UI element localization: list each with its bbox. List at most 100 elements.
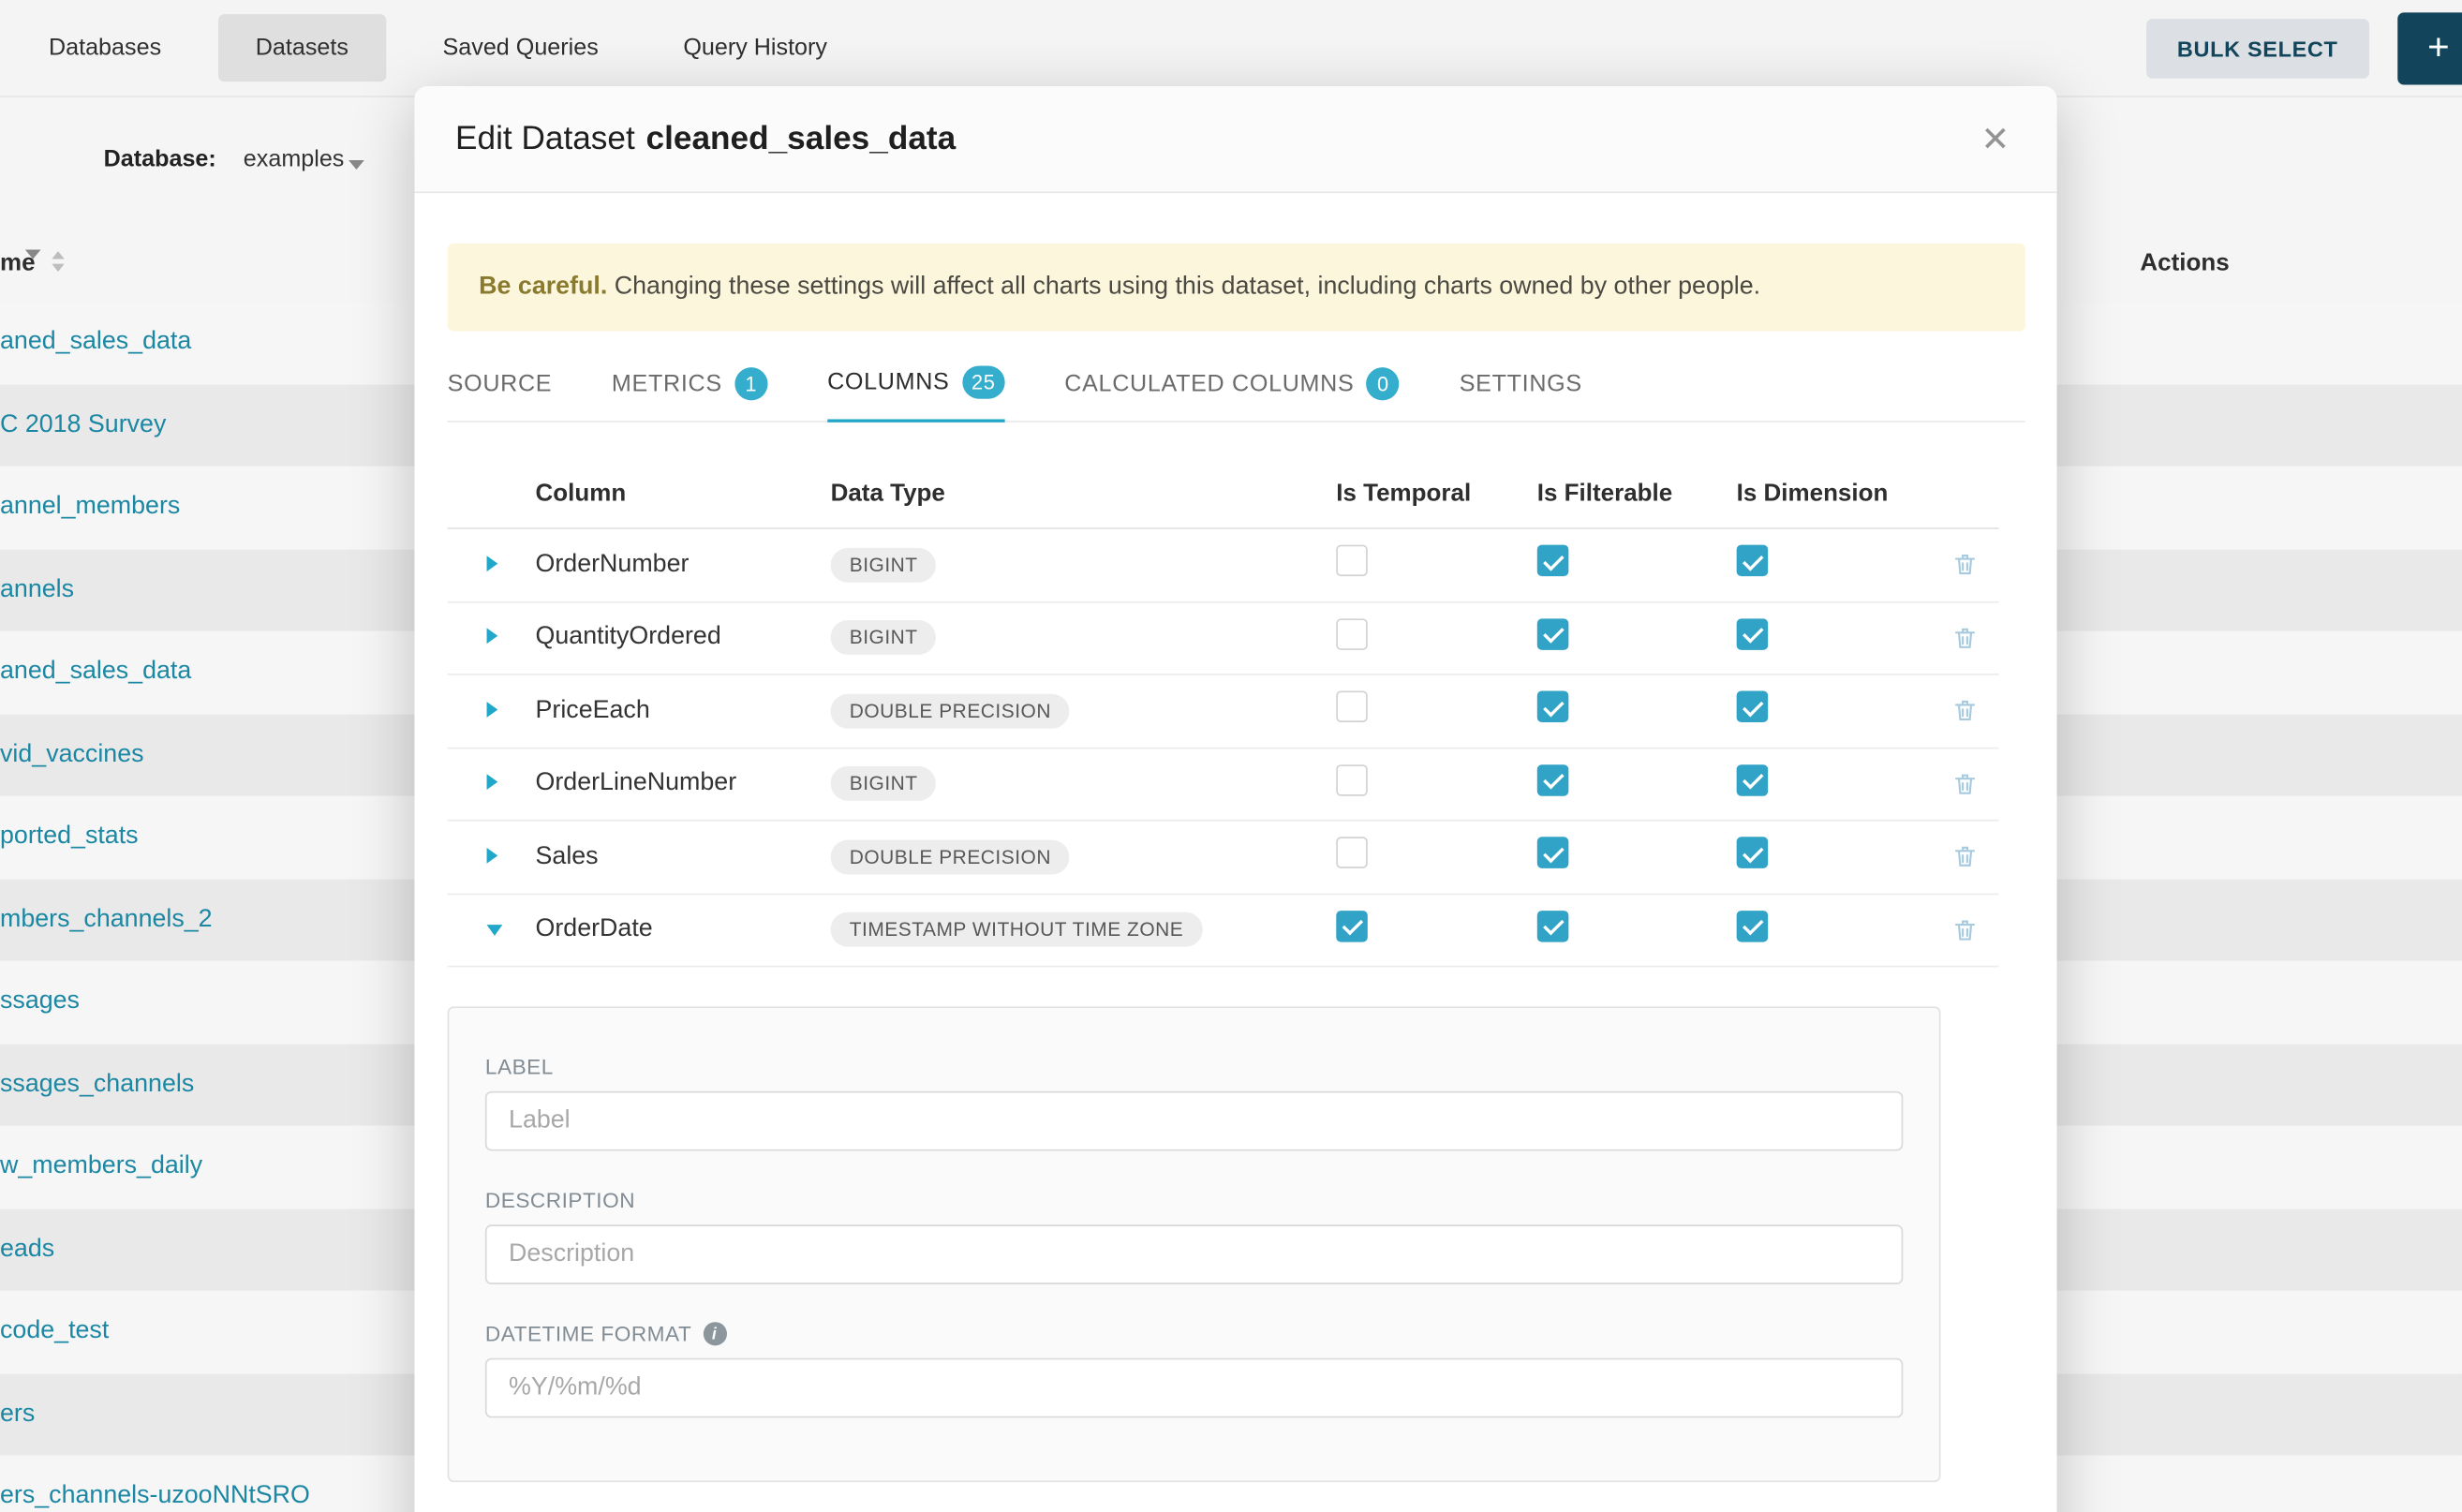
dataset-link[interactable]: ssages [0,988,80,1016]
data-type-pill: DOUBLE PRECISION [831,693,1071,728]
datetime-format-input[interactable] [485,1358,1903,1418]
delete-icon[interactable] [1951,698,1978,724]
delete-icon[interactable] [1951,843,1978,869]
columns-table-header: Column Data Type Is Temporal Is Filterab… [448,462,1999,529]
data-type-pill: DOUBLE PRECISION [831,839,1071,874]
tab-label: SETTINGS [1460,370,1582,396]
close-icon[interactable]: ✕ [1975,115,2016,162]
is-dimension-checkbox[interactable] [1737,911,1769,942]
is-filterable-checkbox[interactable] [1537,691,1569,723]
app-root: Databases Datasets Saved Queries Query H… [0,0,2462,1512]
column-row: OrderDate TIMESTAMP WITHOUT TIME ZONE [448,894,1999,967]
is-temporal-checkbox[interactable] [1336,545,1368,577]
nav-item-databases[interactable]: Databases [21,14,190,82]
is-filterable-checkbox[interactable] [1537,911,1569,942]
tab-columns[interactable]: COLUMNS 25 [827,366,1005,422]
label-field-label: LABEL [485,1055,1903,1078]
dataset-link[interactable]: aned_sales_data [0,329,191,357]
modal-header: Edit Dataset cleaned_sales_data ✕ [414,86,2056,193]
modal-tabs: SOURCE METRICS 1 COLUMNS 25 CALCULATED C… [448,366,2025,422]
dataset-link[interactable]: C 2018 Survey [0,411,166,439]
is-filterable-checkbox[interactable] [1537,545,1569,577]
name-column-header[interactable]: me [0,249,36,277]
tab-label: CALCULATED COLUMNS [1064,370,1354,396]
nav-item-saved-queries[interactable]: Saved Queries [414,14,627,82]
dataset-link[interactable]: code_test [0,1318,109,1346]
dataset-link[interactable]: ssages_channels [0,1071,194,1099]
expand-caret-icon[interactable] [487,702,498,718]
info-icon[interactable]: i [703,1322,726,1345]
dataset-link[interactable]: annel_members [0,494,180,522]
expand-caret-icon[interactable] [487,629,498,645]
modal-title-dataset-name: cleaned_sales_data [646,120,957,157]
nav-actions: BULK SELECT + [2145,12,2462,84]
top-nav: Databases Datasets Saved Queries Query H… [0,0,2462,97]
is-temporal-checkbox[interactable] [1336,764,1368,796]
columns-table: Column Data Type Is Temporal Is Filterab… [448,462,1999,968]
chevron-down-icon[interactable] [349,160,364,170]
data-type-pill: BIGINT [831,548,937,583]
label-input[interactable] [485,1091,1903,1151]
is-filterable-checkbox[interactable] [1537,838,1569,869]
column-name: PriceEach [536,697,831,725]
add-dataset-button[interactable]: + [2397,12,2462,84]
tab-metrics[interactable]: METRICS 1 [612,366,767,422]
data-type-header: Data Type [831,481,1337,509]
tab-label: COLUMNS [827,369,949,395]
dataset-link[interactable]: w_members_daily [0,1153,202,1181]
is-temporal-header: Is Temporal [1336,481,1537,509]
expand-caret-icon[interactable] [487,775,498,791]
expand-caret-icon[interactable] [487,556,498,571]
datetime-format-field-group: DATETIME FORMAT i [485,1322,1903,1417]
is-dimension-checkbox[interactable] [1737,838,1769,869]
delete-icon[interactable] [1951,770,1978,796]
dataset-link[interactable]: ers_channels-uzooNNtSRO [0,1483,310,1511]
is-dimension-checkbox[interactable] [1737,545,1769,577]
column-row: PriceEach DOUBLE PRECISION [448,675,1999,749]
field-label-text: LABEL [485,1055,554,1078]
dataset-link[interactable]: aned_sales_data [0,659,191,687]
data-type-pill: BIGINT [831,766,937,801]
is-temporal-checkbox[interactable] [1336,691,1368,723]
dataset-link[interactable]: mbers_channels_2 [0,906,213,934]
delete-icon[interactable] [1951,916,1978,942]
expand-caret-icon[interactable] [487,848,498,864]
bulk-select-button[interactable]: BULK SELECT [2145,18,2369,78]
edit-dataset-modal: Edit Dataset cleaned_sales_data ✕ Be car… [414,86,2056,1512]
nav-item-datasets[interactable]: Datasets [217,14,386,82]
dataset-link[interactable]: vid_vaccines [0,741,144,769]
dataset-link[interactable]: eads [0,1236,54,1264]
delete-icon[interactable] [1951,625,1978,651]
is-temporal-checkbox[interactable] [1336,838,1368,869]
dataset-link[interactable]: ers [0,1401,35,1429]
is-temporal-checkbox[interactable] [1336,618,1368,650]
description-field-label: DESCRIPTION [485,1189,1903,1212]
tab-settings[interactable]: SETTINGS [1460,366,1582,422]
database-filter-label: Database: [104,146,216,172]
tab-calculated-columns[interactable]: CALCULATED COLUMNS 0 [1064,366,1400,422]
is-dimension-checkbox[interactable] [1737,618,1769,650]
is-filterable-header: Is Filterable [1537,481,1737,509]
description-input[interactable] [485,1224,1903,1284]
tab-source[interactable]: SOURCE [448,366,553,422]
column-row: QuantityOrdered BIGINT [448,602,1999,675]
nav-item-query-history[interactable]: Query History [655,14,855,82]
dataset-link[interactable]: annels [0,576,74,604]
is-temporal-checkbox[interactable] [1336,911,1368,942]
column-detail-panel: LABEL DESCRIPTION DATETIME FORMAT i [448,1006,1941,1482]
count-badge: 1 [734,366,767,399]
delete-icon[interactable] [1951,552,1978,578]
collapse-caret-icon[interactable] [487,926,503,937]
dataset-link[interactable]: ported_stats [0,823,139,852]
warning-banner: Be careful. Changing these settings will… [448,244,2025,332]
is-filterable-checkbox[interactable] [1537,764,1569,796]
modal-title: Edit Dataset [455,120,635,157]
is-dimension-checkbox[interactable] [1737,764,1769,796]
database-filter-value[interactable]: examples [244,146,345,172]
is-dimension-checkbox[interactable] [1737,691,1769,723]
sort-icon[interactable] [52,251,64,272]
column-name: OrderDate [536,916,831,944]
is-filterable-checkbox[interactable] [1537,618,1569,650]
data-type-pill: TIMESTAMP WITHOUT TIME ZONE [831,912,1203,947]
column-header: Column [536,481,831,509]
